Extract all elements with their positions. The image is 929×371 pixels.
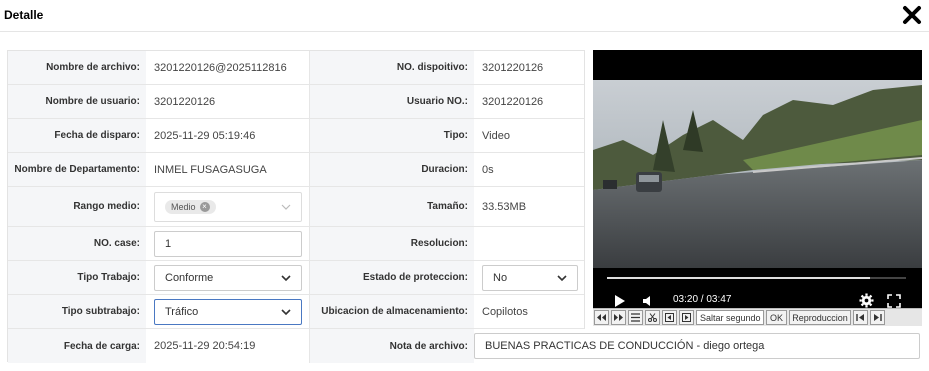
archivo-label: Nombre de archivo: <box>8 51 146 84</box>
table-row: Nombre de usuario: 3201220126 Usuario NO… <box>8 85 584 119</box>
disparo-label: Fecha de disparo: <box>8 119 146 152</box>
proteccion-label: Estado de proteccion: <box>309 261 474 294</box>
rango-multiselect[interactable]: Medio × <box>154 191 302 222</box>
case-cell: 1 <box>146 227 309 260</box>
proteccion-cell: No <box>474 261 584 294</box>
dispositivo-value: 3201220126 <box>474 51 584 84</box>
almacenamiento-value: Copilotos <box>474 295 584 328</box>
usuario-no-value: 3201220126 <box>474 85 584 118</box>
table-row: Fecha de carga: 2025-11-29 20:54:19 Nota… <box>8 329 922 363</box>
table-row: NO. case: 1 Resolucion: <box>8 227 584 261</box>
subtrabajo-label: Tipo subtrabajo: <box>8 295 146 328</box>
case-input[interactable]: 1 <box>154 230 302 257</box>
list-icon <box>631 313 640 322</box>
departamento-label: Nombre de Departamento: <box>8 153 146 186</box>
skip-seconds-input[interactable]: Saltar segundo <box>696 310 764 325</box>
nota-cell: BUENAS PRACTICAS DE CONDUCCIÓN - diego o… <box>474 329 922 363</box>
rewind-icon <box>597 314 606 321</box>
table-row: Nombre de archivo: 3201220126@2025112816… <box>8 51 584 85</box>
playback-mode-button[interactable]: Reproduccion <box>789 310 852 325</box>
case-label: NO. case: <box>8 227 146 260</box>
detail-table: Nombre de archivo: 3201220126@2025112816… <box>7 50 922 363</box>
duracion-value: 0s <box>474 153 584 186</box>
playback-toolbar: Saltar segundo OK Reproduccion <box>593 308 922 326</box>
nota-label: Nota de archivo: <box>309 329 474 363</box>
chevron-down-icon <box>557 274 567 281</box>
volume-icon[interactable] <box>641 294 655 308</box>
usuario-value: 3201220126 <box>146 85 309 118</box>
usuario-no-label: Usuario NO.: <box>309 85 474 118</box>
dispositivo-label: NO. dispoitivo: <box>309 51 474 84</box>
skip-start-button[interactable] <box>853 310 869 325</box>
video-frame <box>593 80 922 268</box>
clip-button[interactable] <box>645 310 660 325</box>
time-display: 03:20 / 03:47 <box>673 294 732 305</box>
skip-start-icon <box>856 314 865 321</box>
tamano-label: Tamaño: <box>309 187 474 226</box>
skip-end-button[interactable] <box>870 310 886 325</box>
chevron-down-icon <box>281 204 291 210</box>
nota-input[interactable]: BUENAS PRACTICAS DE CONDUCCIÓN - diego o… <box>474 333 920 359</box>
table-row: Tipo subtrabajo: Tráfico Ubicacion de al… <box>8 295 584 329</box>
almacenamiento-label: Ubicacion de almacenamiento: <box>309 295 474 328</box>
rewind-button[interactable] <box>594 310 609 325</box>
fast-forward-button[interactable] <box>611 310 626 325</box>
play-icon[interactable] <box>613 294 627 308</box>
proteccion-select[interactable]: No <box>482 264 578 291</box>
trabajo-selected: Conforme <box>165 271 214 284</box>
rango-tag: Medio × <box>165 199 216 214</box>
carga-value: 2025-11-29 20:54:19 <box>146 329 309 363</box>
progress-fill <box>607 277 871 279</box>
rango-tag-label: Medio <box>171 201 196 212</box>
progress-bar[interactable] <box>607 277 906 279</box>
archivo-value: 3201220126@2025112816 <box>146 51 309 84</box>
tipo-label: Tipo: <box>309 119 474 152</box>
table-row: Rango medio: Medio × Tamaño: 33.53MB <box>8 187 584 227</box>
tamano-value: 33.53MB <box>474 187 584 226</box>
resolucion-value <box>474 227 584 260</box>
frame-back-icon <box>665 313 674 322</box>
rango-label: Rango medio: <box>8 187 146 226</box>
dialog-header: Detalle <box>0 0 929 32</box>
remove-tag-icon[interactable]: × <box>199 201 210 212</box>
scissors-icon <box>648 313 657 322</box>
carga-label: Fecha de carga: <box>8 329 146 363</box>
frame-forward-icon <box>682 313 691 322</box>
table-row: Nombre de Departamento: INMEL FUSAGASUGA… <box>8 153 584 187</box>
chevron-down-icon <box>281 308 291 315</box>
table-row: Fecha de disparo: 2025-11-29 05:19:46 Ti… <box>8 119 584 153</box>
skip-end-icon <box>874 314 882 321</box>
usuario-label: Nombre de usuario: <box>8 85 146 118</box>
dialog-title: Detalle <box>4 8 44 22</box>
list-button[interactable] <box>628 310 643 325</box>
subtrabajo-cell: Tráfico <box>146 295 309 328</box>
departamento-value: INMEL FUSAGASUGA <box>146 153 309 186</box>
trabajo-cell: Conforme <box>146 261 309 294</box>
resolucion-label: Resolucion: <box>309 227 474 260</box>
tipo-value: Video <box>474 119 584 152</box>
trabajo-select[interactable]: Conforme <box>154 264 302 291</box>
video-player[interactable]: 03:20 / 03:47 <box>593 50 922 326</box>
fast-forward-icon <box>614 314 623 321</box>
frame-back-button[interactable] <box>662 310 677 325</box>
subtrabajo-select[interactable]: Tráfico <box>154 298 302 325</box>
table-row: Tipo Trabajo: Conforme Estado de protecc… <box>8 261 584 295</box>
gear-icon[interactable] <box>859 293 874 308</box>
proteccion-selected: No <box>493 271 508 284</box>
subtrabajo-selected: Tráfico <box>165 305 199 318</box>
disparo-value: 2025-11-29 05:19:46 <box>146 119 309 152</box>
duracion-label: Duracion: <box>309 153 474 186</box>
trabajo-label: Tipo Trabajo: <box>8 261 146 294</box>
chevron-down-icon <box>281 274 291 281</box>
frame-forward-button[interactable] <box>679 310 694 325</box>
fullscreen-icon[interactable] <box>887 294 901 308</box>
ok-button[interactable]: OK <box>766 310 788 325</box>
close-icon[interactable] <box>901 4 923 26</box>
rango-cell: Medio × <box>146 187 309 226</box>
